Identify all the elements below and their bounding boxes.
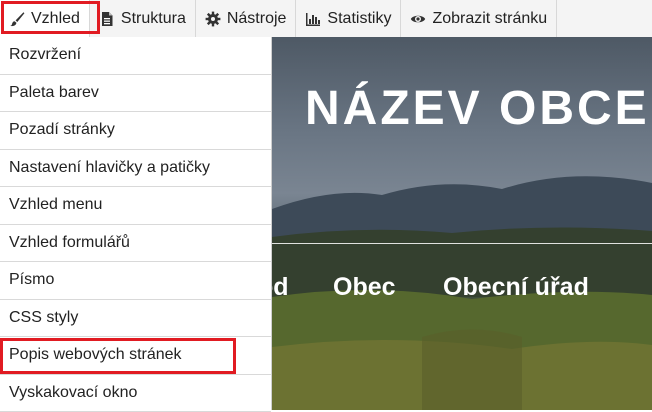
toolbar-struktura-button[interactable]: Struktura — [90, 0, 196, 37]
vzhled-dropdown-menu: Rozvržení Paleta barev Pozadí stránky Na… — [0, 37, 272, 410]
menu-item-paleta-barev[interactable]: Paleta barev — [0, 75, 271, 113]
menu-item-vyskakovaci-okno[interactable]: Vyskakovací okno — [0, 375, 271, 412]
menu-item-css-styly[interactable]: CSS styly — [0, 300, 271, 338]
toolbar-nastroje-label: Nástroje — [227, 10, 287, 28]
toolbar-nastroje-button[interactable]: Nástroje — [196, 0, 297, 37]
menu-item-pismo[interactable]: Písmo — [0, 262, 271, 300]
menu-item-vzhled-menu[interactable]: Vzhled menu — [0, 187, 271, 225]
menu-item-popis-webovych-stranek[interactable]: Popis webových stránek — [0, 337, 271, 375]
toolbar-zobrazit-label: Zobrazit stránku — [432, 10, 547, 28]
toolbar-vzhled-label: Vzhled — [31, 10, 80, 28]
menu-item-rozvrzeni[interactable]: Rozvržení — [0, 37, 271, 75]
brush-icon — [9, 11, 25, 27]
top-toolbar: Vzhled Struktura Nástroje Statistiky Zob… — [0, 0, 652, 38]
preview-site-title: NÁZEV OBCE — [305, 81, 650, 136]
preview-nav-item[interactable]: od — [272, 273, 289, 302]
toolbar-statistiky-label: Statistiky — [327, 10, 391, 28]
menu-item-nastaveni-hlavicky[interactable]: Nastavení hlavičky a patičky — [0, 150, 271, 188]
preview-nav-item[interactable]: Obecní úřad — [443, 273, 589, 302]
toolbar-zobrazit-button[interactable]: Zobrazit stránku — [401, 0, 557, 37]
eye-icon — [410, 11, 426, 27]
gear-icon — [205, 11, 221, 27]
toolbar-struktura-label: Struktura — [121, 10, 186, 28]
toolbar-statistiky-button[interactable]: Statistiky — [296, 0, 401, 37]
preview-divider — [272, 243, 652, 244]
document-icon — [99, 11, 115, 27]
menu-item-pozadi-stranky[interactable]: Pozadí stránky — [0, 112, 271, 150]
toolbar-vzhled-button[interactable]: Vzhled — [0, 0, 90, 37]
bar-chart-icon — [305, 11, 321, 27]
menu-item-vzhled-formularu[interactable]: Vzhled formulářů — [0, 225, 271, 263]
website-preview-hero: NÁZEV OBCE od Obec Obecní úřad — [272, 37, 652, 410]
preview-nav-item[interactable]: Obec — [333, 273, 396, 302]
